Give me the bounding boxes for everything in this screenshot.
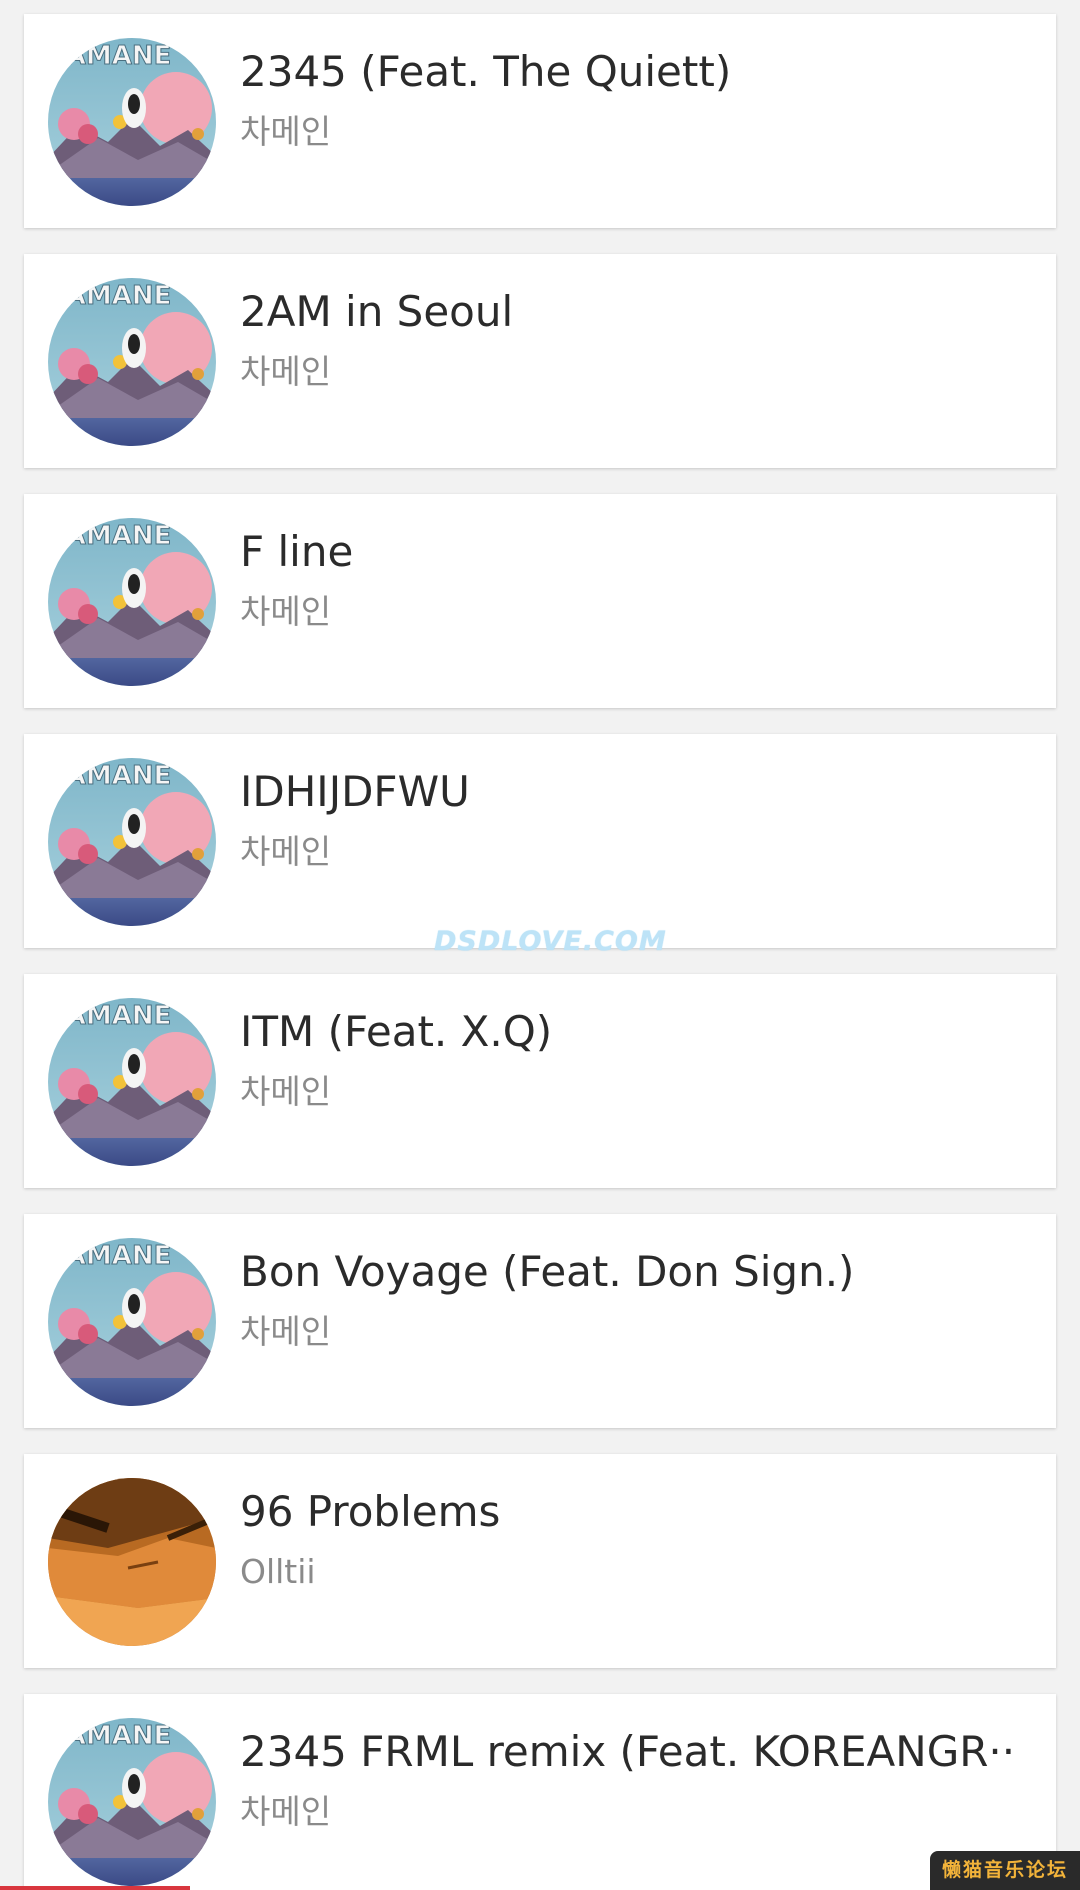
song-card[interactable]: HAMANE 2345 (Feat. The Quiett) 차메인 — [24, 14, 1056, 228]
svg-text:HAMANE: HAMANE — [48, 1001, 171, 1031]
song-artist: 차메인 — [240, 352, 332, 391]
song-artist: 차메인 — [240, 1312, 332, 1351]
svg-text:HAMANE: HAMANE — [48, 761, 171, 791]
album-art-chamane: HAMANE — [48, 518, 216, 686]
song-title: 2345 (Feat. The Quiett) — [240, 47, 732, 96]
song-artist: 차메인 — [240, 112, 332, 151]
song-title: ITM (Feat. X.Q) — [240, 1007, 553, 1056]
forum-badge: 懒猫音乐论坛 — [930, 1851, 1080, 1890]
song-title: Bon Voyage (Feat. Don Sign.) — [240, 1247, 855, 1296]
playback-progress-bar — [0, 1886, 190, 1890]
svg-text:HAMANE: HAMANE — [48, 521, 171, 551]
song-title: 2AM in Seoul — [240, 287, 514, 336]
album-art-chamane: HAMANE — [48, 758, 216, 926]
album-art-chamane: HAMANE — [48, 1718, 216, 1886]
song-card[interactable]: HAMANE IDHIJDFWU 차메인 — [24, 734, 1056, 948]
album-art-chamane: HAMANE — [48, 1238, 216, 1406]
svg-text:HAMANE: HAMANE — [48, 41, 171, 71]
song-card[interactable]: HAMANE 2345 FRML remix (Feat. KOREANGR··… — [24, 1694, 1056, 1890]
song-title: 96 Problems — [240, 1487, 501, 1536]
song-artist: 차메인 — [240, 1792, 332, 1831]
song-card[interactable]: HAMANE F line 차메인 — [24, 494, 1056, 708]
song-artist: 차메인 — [240, 592, 332, 631]
song-title: F line — [240, 527, 354, 576]
svg-text:HAMANE: HAMANE — [48, 281, 171, 311]
album-art-chamane: HAMANE — [48, 278, 216, 446]
song-title: 2345 FRML remix (Feat. KOREANGR·· — [240, 1727, 1016, 1776]
song-title: IDHIJDFWU — [240, 767, 470, 816]
album-art-wood — [48, 1478, 216, 1646]
song-card[interactable]: HAMANE 2AM in Seoul 차메인 — [24, 254, 1056, 468]
song-artist: 차메인 — [240, 1072, 332, 1111]
song-list-screen: HAMANE 2345 (Feat. The Quiett) 차메인 HAMANE… — [0, 0, 1080, 1890]
song-card[interactable]: HAMANE ITM (Feat. X.Q) 차메인 — [24, 974, 1056, 1188]
svg-text:HAMANE: HAMANE — [48, 1241, 171, 1271]
album-art-chamane: HAMANE — [48, 998, 216, 1166]
album-art-chamane: HAMANE — [48, 38, 216, 206]
song-artist: Olltii — [240, 1552, 316, 1591]
song-card[interactable]: 96 Problems Olltii — [24, 1454, 1056, 1668]
song-card[interactable]: HAMANE Bon Voyage (Feat. Don Sign.) 차메인 — [24, 1214, 1056, 1428]
site-watermark: DSDLOVE.COM — [434, 926, 667, 957]
svg-text:HAMANE: HAMANE — [48, 1721, 171, 1751]
song-artist: 차메인 — [240, 832, 332, 871]
